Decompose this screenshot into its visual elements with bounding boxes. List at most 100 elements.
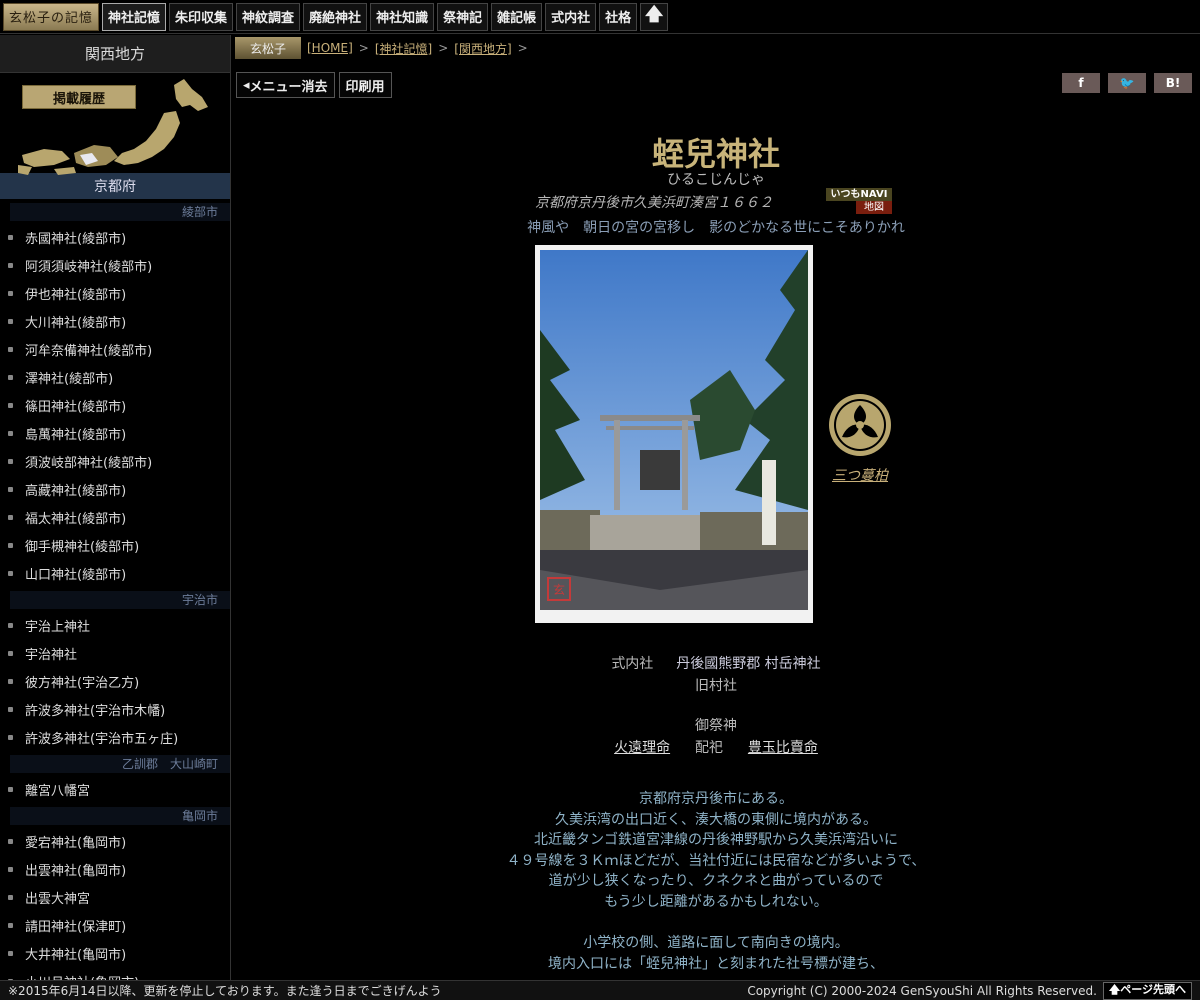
description-line: 小学校の側、道路に面して南向きの境内。: [583, 935, 849, 952]
toolbar: ◂ メニュー消去 印刷用: [236, 72, 392, 98]
deity-main-link[interactable]: 火遠理命: [614, 740, 670, 756]
hatena-bookmark-icon[interactable]: B!: [1154, 73, 1192, 93]
bullet-icon: [8, 374, 13, 380]
bullet-icon: [8, 318, 13, 324]
nav-crest-survey[interactable]: 神紋調査: [236, 2, 301, 31]
list-item[interactable]: 宇治神社: [0, 639, 230, 667]
description-line: ４９号線を３Ｋｍほどだが、当社付近には民宿などが多いようで、: [506, 852, 926, 869]
nav-shrine-memory[interactable]: 神社記憶: [102, 2, 167, 31]
shrine-poem: 神風や 朝日の宮の宮移し 影のどかなる世にこそありかれ: [527, 220, 905, 236]
bullet-icon: [8, 866, 13, 872]
list-item[interactable]: 山口神社(綾部市): [0, 559, 230, 587]
nav-notebook[interactable]: 雑記帳: [491, 2, 543, 31]
category-header: 綾部市: [10, 203, 230, 221]
bullet-icon: [8, 650, 13, 656]
main-content: 玄松子 [HOME] > [神社記憶] > [関西地方] > ◂ メニュー消去 …: [232, 35, 1200, 980]
list-item[interactable]: 許波多神社(宇治市木幡): [0, 695, 230, 723]
shrine-crest[interactable]: 三つ蔓柏: [828, 393, 892, 485]
list-item[interactable]: 離宮八幡宮: [0, 775, 230, 803]
list-item[interactable]: 彼方神社(宇治乙方): [0, 667, 230, 695]
list-item[interactable]: 請田神社(保津町): [0, 911, 230, 939]
list-item[interactable]: 大川神社(綾部市): [0, 307, 230, 335]
description-line: 道が少し狭くなったり、クネクネと曲がっているので: [548, 873, 884, 890]
bullet-icon: [8, 234, 13, 240]
list-item[interactable]: 出雲大神宮: [0, 883, 230, 911]
nav-deities[interactable]: 祭神記: [437, 2, 489, 31]
nav-shrine-knowledge[interactable]: 神社知識: [370, 2, 435, 31]
bullet-icon: [8, 430, 13, 436]
description-line: [232, 913, 1200, 934]
bullet-icon: [8, 290, 13, 296]
bullet-icon: [8, 922, 13, 928]
print-button[interactable]: 印刷用: [338, 72, 392, 98]
navi-map-link[interactable]: いつもNAVI 地図: [826, 188, 892, 214]
bullet-icon: [8, 950, 13, 956]
breadcrumb-shrine-memory[interactable]: [神社記憶]: [375, 40, 432, 57]
list-item[interactable]: 河牟奈備神社(綾部市): [0, 335, 230, 363]
breadcrumb-home[interactable]: [HOME]: [307, 41, 353, 55]
japan-map[interactable]: 掲載履歴: [0, 73, 230, 175]
nav-shrine-rank[interactable]: 社格: [599, 2, 638, 31]
bullet-icon: [8, 262, 13, 268]
prefecture-title[interactable]: 京都府: [0, 173, 230, 199]
list-item[interactable]: 澤神社(綾部市): [0, 363, 230, 391]
list-item[interactable]: 許波多神社(宇治市五ヶ庄): [0, 723, 230, 751]
nav-abolished-shrines[interactable]: 廃絶神社: [303, 2, 368, 31]
list-item[interactable]: 御手槻神社(綾部市): [0, 531, 230, 559]
bullet-icon: [8, 458, 13, 464]
bullet-icon: [8, 706, 13, 712]
nav-goshuin[interactable]: 朱印収集: [169, 2, 234, 31]
page-top-button[interactable]: 🡅ページ先頭へ: [1102, 981, 1192, 1000]
list-item[interactable]: 須波岐部神社(綾部市): [0, 447, 230, 475]
description-line: 北近畿タンゴ鉄道宮津線の丹後神野駅から久美浜湾沿いに: [534, 832, 898, 849]
hide-menu-button[interactable]: ◂ メニュー消去: [236, 72, 335, 98]
shrine-photo[interactable]: 玄: [535, 245, 813, 623]
list-item[interactable]: 高藏神社(綾部市): [0, 475, 230, 503]
shrine-rank: 旧村社: [695, 678, 737, 694]
bullet-icon: [8, 678, 13, 684]
bullet-icon: [8, 346, 13, 352]
author-badge[interactable]: 玄松子: [235, 37, 301, 59]
shikinai-value[interactable]: 丹後國熊野郡 村岳神社: [676, 656, 820, 672]
list-item[interactable]: 伊也神社(綾部市): [0, 279, 230, 307]
navi-map-label: 地図: [856, 201, 892, 214]
breadcrumb: 玄松子 [HOME] > [神社記憶] > [関西地方] >: [232, 35, 1200, 61]
deity-second-link[interactable]: 豊玉比賣命: [748, 740, 818, 756]
bullet-icon: [8, 894, 13, 900]
list-item[interactable]: 島萬神社(綾部市): [0, 419, 230, 447]
bullet-icon: [8, 486, 13, 492]
facebook-icon[interactable]: f: [1062, 73, 1100, 93]
description-line: もう少し距離があるかもしれない。: [604, 893, 828, 910]
list-item[interactable]: 篠田神社(綾部市): [0, 391, 230, 419]
shikinai-row: 式内社 丹後國熊野郡 村岳神社: [232, 653, 1200, 673]
nav-shikinai[interactable]: 式内社: [545, 2, 597, 31]
list-item[interactable]: 赤國神社(綾部市): [0, 223, 230, 251]
list-item[interactable]: 大井神社(亀岡市): [0, 939, 230, 967]
social-buttons: f 🐦 B!: [1062, 73, 1192, 93]
update-notice: ※2015年6月14日以降、更新を停止しております。また逢う日までごきげんよう: [8, 984, 442, 998]
list-item[interactable]: 愛宕神社(亀岡市): [0, 827, 230, 855]
deity-label: 御祭神: [695, 718, 737, 734]
bullet-icon: [8, 622, 13, 628]
history-button[interactable]: 掲載履歴: [22, 85, 136, 109]
crest-name-link[interactable]: 三つ蔓柏: [828, 465, 892, 485]
category-header: 亀岡市: [10, 807, 230, 825]
list-item[interactable]: 小川月神社(亀岡市): [0, 967, 230, 980]
list-item[interactable]: 出雲神社(亀岡市): [0, 855, 230, 883]
category-header: 乙訓郡 大山崎町: [10, 755, 230, 773]
shrine-reading: ひるこじんじゃ: [667, 172, 765, 188]
breadcrumb-separator: >: [517, 41, 528, 55]
twitter-icon[interactable]: 🐦: [1108, 73, 1146, 93]
description-line: 境内入口には「蛭兒神社」と刻まれた社号標が建ち、: [548, 955, 884, 972]
list-item[interactable]: 福太神社(綾部市): [0, 503, 230, 531]
bullet-icon: [8, 402, 13, 408]
list-item[interactable]: 阿須須岐神社(綾部市): [0, 251, 230, 279]
list-item[interactable]: 宇治上神社: [0, 611, 230, 639]
bullet-icon: [8, 734, 13, 740]
shikinai-label: 式内社: [611, 656, 654, 672]
up-arrow-icon[interactable]: 🡅: [640, 2, 669, 31]
bullet-icon: [8, 542, 13, 548]
crest-mitsu-tsuru-kashiwa-icon: [829, 394, 891, 456]
site-logo[interactable]: 玄松子の記憶: [3, 2, 99, 31]
breadcrumb-kansai[interactable]: [関西地方]: [454, 40, 511, 57]
